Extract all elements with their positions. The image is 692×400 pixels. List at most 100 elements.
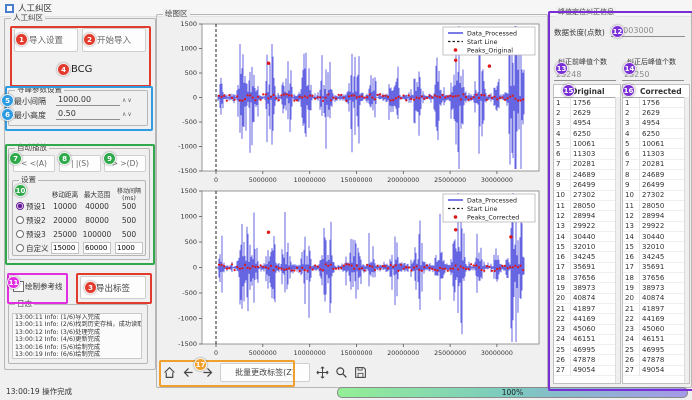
corrected-peaks-table[interactable]: Corrected1175622629349544625051006161130… (622, 84, 690, 384)
preset-custom-input[interactable] (83, 242, 111, 254)
table-row[interactable]: 1228994 (623, 211, 689, 221)
row-value: 40874 (571, 294, 620, 304)
value-column-header: Original (571, 87, 620, 96)
chart-original-peaks[interactable]: -1500-1000-50005001000150005000000100000… (158, 20, 544, 185)
table-row[interactable]: 34954 (623, 119, 689, 129)
table-row[interactable]: 1532010 (623, 242, 689, 252)
table-row[interactable]: 2546995 (623, 345, 689, 355)
table-row[interactable]: 824689 (554, 170, 620, 180)
svg-text:10000000: 10000000 (294, 177, 326, 184)
row-value: 46151 (640, 335, 689, 345)
table-scrollbar[interactable] (615, 97, 620, 383)
zoom-icon[interactable] (335, 366, 348, 379)
row-index: 9 (623, 180, 640, 190)
table-row[interactable]: 1128050 (623, 201, 689, 211)
preset-radio-预设2[interactable]: 预设2 (16, 215, 50, 226)
pan-icon[interactable] (316, 366, 329, 379)
row-index: 23 (554, 325, 571, 335)
home-icon[interactable] (163, 366, 176, 379)
preset-custom-input[interactable] (51, 242, 79, 254)
radio-icon[interactable] (16, 202, 24, 210)
table-row[interactable]: 1735691 (623, 263, 689, 273)
table-row[interactable]: 46250 (554, 129, 620, 139)
table-row[interactable]: 46250 (623, 129, 689, 139)
table-row[interactable]: 1837656 (554, 273, 620, 283)
table-row[interactable]: 824689 (623, 170, 689, 180)
svg-text:1000: 1000 (180, 45, 197, 53)
table-row[interactable]: 2040874 (623, 294, 689, 304)
table-row[interactable]: 22629 (623, 108, 689, 118)
row-value: 47878 (571, 355, 620, 365)
min-height-spinner[interactable]: ∧∨ (122, 111, 133, 118)
table-row[interactable]: 2244169 (554, 314, 620, 324)
table-row[interactable]: 2749054 (554, 366, 620, 376)
table-row[interactable]: 1329922 (554, 222, 620, 232)
preset-radio-预设3[interactable]: 预设3 (16, 229, 50, 240)
table-row[interactable]: 611303 (623, 149, 689, 159)
table-row[interactable]: 2040874 (554, 294, 620, 304)
preset-cell: 80000 (80, 216, 114, 225)
row-index: 26 (554, 355, 571, 365)
table-row[interactable]: 11756 (623, 98, 689, 108)
table-row[interactable]: 1329922 (623, 222, 689, 232)
table-row[interactable]: 2546995 (554, 345, 620, 355)
radio-icon[interactable] (16, 230, 24, 238)
table-row[interactable]: 2141897 (554, 304, 620, 314)
row-index: 19 (623, 283, 640, 293)
log-output[interactable]: 13:00:11 Info: (1/6)导入完成13:00:11 Info: (… (12, 313, 142, 359)
table-row[interactable]: 1430440 (554, 232, 620, 242)
table-row[interactable]: 1128050 (554, 201, 620, 211)
table-row[interactable]: 2141897 (623, 304, 689, 314)
table-row[interactable]: 2749054 (623, 366, 689, 376)
preset-custom-input[interactable] (115, 242, 143, 254)
radio-icon[interactable] (16, 216, 24, 224)
table-row[interactable]: 720281 (623, 160, 689, 170)
table-row[interactable]: 2345060 (623, 325, 689, 335)
table-row[interactable]: 34954 (554, 119, 620, 129)
table-row[interactable]: 11756 (554, 98, 620, 108)
preset-cell: 10000 (50, 202, 80, 211)
table-row[interactable]: 926499 (623, 180, 689, 190)
min-interval-input[interactable] (56, 93, 120, 106)
table-row[interactable]: 2446151 (623, 335, 689, 345)
table-scrollbar[interactable] (684, 97, 689, 383)
table-row[interactable]: 510061 (623, 139, 689, 149)
row-value: 27302 (571, 191, 620, 201)
original-peaks-table[interactable]: Original 11756226293495446250510061611303… (553, 84, 621, 384)
table-row[interactable]: 926499 (554, 180, 620, 190)
row-value: 4954 (571, 119, 620, 129)
back-icon[interactable] (182, 366, 195, 379)
min-interval-spinner[interactable]: ∧∨ (122, 97, 133, 104)
table-row[interactable]: 510061 (554, 139, 620, 149)
row-index: 17 (623, 263, 640, 273)
table-row[interactable]: 2244169 (623, 314, 689, 324)
min-height-input[interactable] (56, 107, 120, 120)
table-row[interactable]: 2345060 (554, 325, 620, 335)
table-row[interactable]: 2647878 (623, 355, 689, 365)
table-row[interactable]: 1532010 (554, 242, 620, 252)
table-row[interactable]: 1634245 (554, 252, 620, 262)
table-row[interactable]: 1634245 (623, 252, 689, 262)
table-row[interactable]: 1430440 (623, 232, 689, 242)
table-row[interactable]: 1938973 (554, 283, 620, 293)
batch-edit-labels-button[interactable]: 批量更改标签(Z) (220, 363, 310, 382)
table-row[interactable]: 720281 (554, 160, 620, 170)
save-icon[interactable] (354, 366, 367, 379)
preset-radio-自定义[interactable]: 自定义 (16, 243, 50, 254)
row-value: 30440 (571, 232, 620, 242)
table-row[interactable]: 1228994 (554, 211, 620, 221)
svg-text:Data_Processed: Data_Processed (467, 30, 517, 37)
radio-icon[interactable] (16, 244, 24, 252)
table-row[interactable]: 1735691 (554, 263, 620, 273)
table-row[interactable]: 611303 (554, 149, 620, 159)
row-index: 18 (623, 273, 640, 283)
table-row[interactable]: 2446151 (554, 335, 620, 345)
chart-corrected-peaks[interactable]: -1500-1000-50005001000150005000000100000… (158, 187, 544, 358)
table-row[interactable]: 1938973 (623, 283, 689, 293)
table-row[interactable]: 1837656 (623, 273, 689, 283)
table-row[interactable]: 2647878 (554, 355, 620, 365)
preset-radio-预设1[interactable]: 预设1 (16, 201, 50, 212)
table-row[interactable]: 1027302 (554, 191, 620, 201)
table-row[interactable]: 1027302 (623, 191, 689, 201)
table-row[interactable]: 22629 (554, 108, 620, 118)
